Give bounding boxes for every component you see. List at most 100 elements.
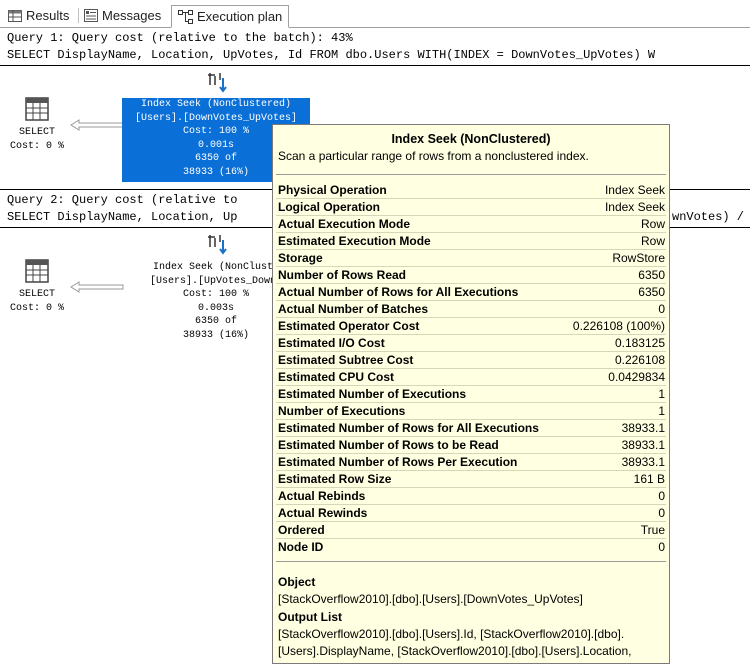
property-name: Actual Rewinds [278,506,368,520]
property-name: Estimated Row Size [278,472,392,486]
property-name: Logical Operation [278,200,381,214]
tooltip-property-row: Actual Execution Mode Row [278,216,665,233]
tooltip-divider [276,174,666,175]
property-value: 38933.1 [621,455,665,469]
property-value: Row [640,217,665,231]
property-name: Node ID [278,540,324,554]
property-value: 6350 [638,268,665,282]
property-name: Estimated Execution Mode [278,234,431,248]
tooltip-property-row: Number of Executions 1 [278,403,665,420]
property-value: 38933.1 [621,421,665,435]
seek-line1: Index Seek (NonClustered) [140,99,292,110]
property-value: 0 [658,302,665,316]
property-value: 0.183125 [614,336,665,350]
tooltip-property-row: Estimated Number of Rows for All Executi… [278,420,665,437]
tooltip-property-row: Actual Rebinds 0 [278,488,665,505]
property-value: 0.226108 [614,353,665,367]
tooltip-object-value: [StackOverflow2010].[dbo].[Users].[DownV… [278,592,583,606]
tooltip-object-heading: Object [278,575,316,589]
property-value: 38933.1 [621,438,665,452]
query1-sql: SELECT DisplayName, Location, UpVotes, I… [7,48,656,62]
property-value: 0 [658,489,665,503]
tooltip-property-row: Estimated CPU Cost 0.0429834 [278,369,665,386]
tooltip-property-row: Logical Operation Index Seek [278,199,665,216]
property-name: Estimated Number of Rows to be Read [278,438,499,452]
select-label: SELECT [18,127,55,138]
tab-results[interactable]: Results [8,5,69,26]
index-seek-icon [208,73,227,93]
data-flow-arrow [70,281,124,293]
property-value: 0 [658,506,665,520]
query2-select-node[interactable]: SELECT Cost: 0 % [8,288,66,315]
tooltip-property-row: Node ID 0 [278,539,665,556]
property-value: Row [640,234,665,248]
tooltip-property-row: Estimated Number of Executions 1 [278,386,665,403]
property-name: Ordered [278,523,325,537]
property-name: Actual Number of Batches [278,302,429,316]
tab-results-label: Results [26,8,70,23]
index-seek-icon [208,235,227,255]
select-table-icon [25,259,49,283]
tooltip-property-row: Actual Rewinds 0 [278,505,665,522]
property-name: Estimated CPU Cost [278,370,395,384]
tooltip-output-heading: Output List [278,610,342,624]
tooltip-property-row: Actual Number of Rows for All Executions… [278,284,665,301]
grid-icon [8,9,22,22]
tooltip-property-row: Number of Rows Read 6350 [278,267,665,284]
operator-tooltip: Index Seek (NonClustered) Scan a particu… [272,124,670,664]
property-value: 1 [658,404,665,418]
tooltip-output-line2: [Users].DisplayName, [StackOverflow2010]… [278,644,632,658]
property-name: Actual Rebinds [278,489,366,503]
tooltip-property-row: Estimated Row Size 161 B [278,471,665,488]
select-cost: Cost: 0 % [9,302,64,314]
property-name: Estimated Subtree Cost [278,353,414,367]
select-cost: Cost: 0 % [9,140,64,152]
tooltip-property-row: Estimated Execution Mode Row [278,233,665,250]
tab-messages-label: Messages [102,8,162,23]
select-label: SELECT [18,289,55,300]
property-value: 1 [658,387,665,401]
tooltip-property-row: Estimated Operator Cost 0.226108 (100%) [278,318,665,335]
tooltip-property-row: Estimated Number of Rows Per Execution 38… [278,454,665,471]
property-name: Estimated Number of Rows Per Execution [278,455,518,469]
results-tab-bar: Results Messages Execution plan [0,0,750,28]
property-name: Actual Execution Mode [278,217,411,231]
property-value: Index Seek [604,200,665,214]
property-value: 0.0429834 [608,370,665,384]
tab-execution-plan[interactable]: Execution plan [171,5,290,28]
data-flow-arrow [70,119,124,131]
property-name: Estimated I/O Cost [278,336,385,350]
seek-line2: [Users].[DownVotes_UpVotes] [134,112,298,124]
tab-messages[interactable]: Messages [84,5,161,26]
property-name: Estimated Number of Executions [278,387,467,401]
tooltip-property-row: Storage RowStore [278,250,665,267]
tooltip-property-row: Actual Number of Batches 0 [278,301,665,318]
tooltip-title: Index Seek (NonClustered) [391,132,551,146]
property-name: Number of Executions [278,404,406,418]
tooltip-property-row: Estimated Number of Rows to be Read 38933… [278,437,665,454]
query1-select-node[interactable]: SELECT Cost: 0 % [8,126,66,153]
tooltip-divider [276,561,666,562]
execution-plan-icon [178,9,193,24]
property-value: 161 B [633,472,665,486]
query1-header: Query 1: Query cost (relative to the bat… [7,31,353,45]
select-table-icon [25,97,49,121]
property-name: Storage [278,251,323,265]
property-value: True [640,523,665,537]
messages-icon [84,9,98,22]
tab-execution-plan-label: Execution plan [197,9,283,24]
tooltip-output-line1: [StackOverflow2010].[dbo].[Users].Id, [S… [278,627,625,641]
tooltip-property-row: Estimated Subtree Cost 0.226108 [278,352,665,369]
property-value: RowStore [612,251,665,265]
property-name: Estimated Operator Cost [278,319,420,333]
query2-sql: SELECT DisplayName, Location, Up [7,210,238,224]
query2-sql-tail: wnVotes) / [672,210,745,224]
property-name: Estimated Number of Rows for All Executi… [278,421,539,435]
tooltip-property-row: Ordered True [278,522,665,539]
property-name: Physical Operation [278,183,387,197]
tab-separator [78,8,79,23]
property-name: Number of Rows Read [278,268,407,282]
property-value: Index Seek [604,183,665,197]
property-value: 0 [658,540,665,554]
tooltip-description: Scan a particular range of rows from a n… [278,149,589,163]
